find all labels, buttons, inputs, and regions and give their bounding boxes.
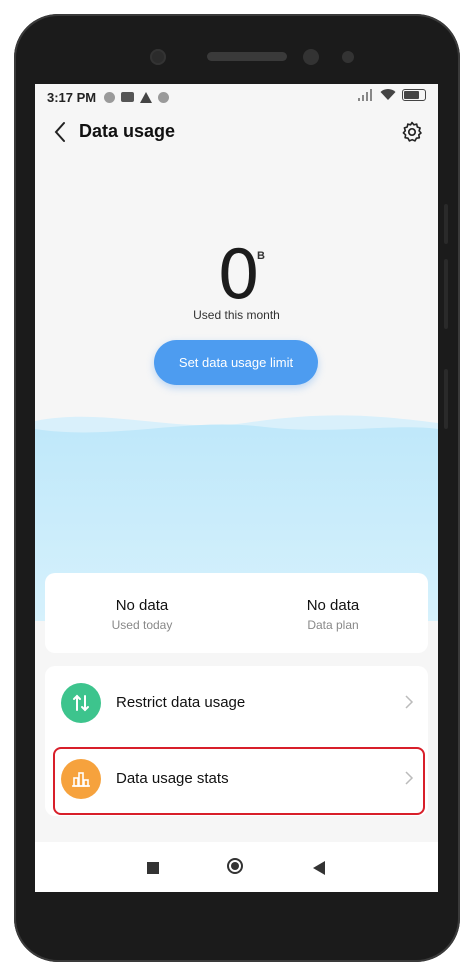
- stat-value: No data: [115, 597, 169, 614]
- restrict-data-icon: [61, 683, 101, 723]
- battery-icon: [402, 88, 426, 101]
- wifi-icon: [380, 89, 396, 100]
- usage-value: 0: [217, 236, 261, 315]
- stat-value: No data: [306, 597, 360, 614]
- status-bar: 3:17 PM: [35, 84, 438, 110]
- light-sensor: [342, 51, 354, 63]
- chevron-right-icon: [405, 695, 414, 709]
- stat-label: Used today: [111, 618, 173, 632]
- volume-up-button: [444, 204, 448, 244]
- message-icon: [121, 92, 135, 102]
- gear-icon[interactable]: [400, 120, 424, 144]
- app-bar: Data usage: [35, 114, 438, 150]
- set-limit-button[interactable]: Set data usage limit: [154, 340, 318, 385]
- warning-icon: [140, 91, 153, 103]
- front-camera: [150, 49, 166, 65]
- navigation-bar: [35, 842, 438, 892]
- proximity-sensor: [303, 49, 319, 65]
- page-title: Data usage: [79, 121, 176, 141]
- power-button: [444, 369, 448, 429]
- stat-data-plan: No data Data plan: [238, 597, 428, 632]
- notification-dot-icon: [158, 91, 170, 103]
- usage-unit: B: [257, 250, 265, 262]
- status-time: 3:17 PM: [47, 89, 97, 105]
- stats-card: No data Used today No data Data plan: [45, 573, 428, 653]
- notification-dot-icon: [104, 91, 116, 103]
- signal-icon: [358, 88, 372, 101]
- stat-used-today: No data Used today: [47, 597, 237, 632]
- back-arrow-icon[interactable]: [49, 119, 73, 145]
- home-icon[interactable]: [227, 858, 243, 874]
- menu-card: Restrict data usage Data usage stats: [45, 666, 428, 816]
- menu-item-restrict-data[interactable]: Restrict data usage: [45, 666, 428, 738]
- highlight-box: [53, 747, 425, 815]
- earpiece: [207, 52, 287, 61]
- menu-item-label: Restrict data usage: [116, 694, 246, 711]
- recent-apps-icon[interactable]: [147, 862, 159, 874]
- usage-amount: 0: [217, 242, 260, 310]
- back-triangle-icon[interactable]: [313, 861, 325, 875]
- screen: 3:17 PM Data usage 0 B Used this month S…: [35, 84, 438, 892]
- stat-label: Data plan: [307, 618, 359, 632]
- usage-caption: Used this month: [193, 308, 280, 322]
- volume-down-button: [444, 259, 448, 329]
